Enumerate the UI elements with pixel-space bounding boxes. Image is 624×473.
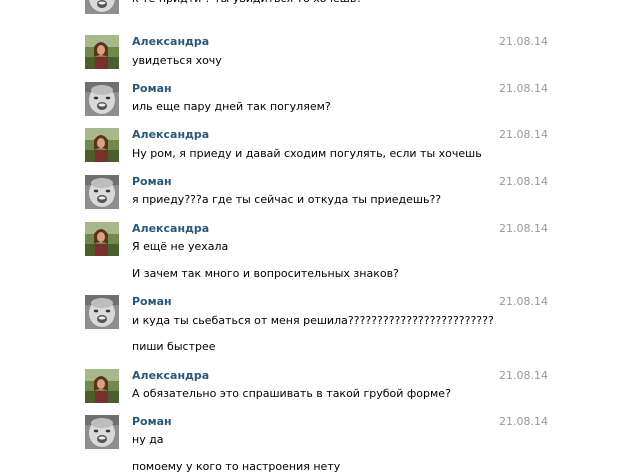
message-author-link[interactable]: Роман <box>132 415 172 428</box>
roman-avatar[interactable] <box>85 82 119 116</box>
message-date[interactable]: 21.08.14 <box>499 82 548 95</box>
message-author-link[interactable]: Александра <box>132 222 209 235</box>
message-text: помоему у кого то настроения нету <box>132 460 341 473</box>
aleksandra-avatar[interactable] <box>85 222 119 256</box>
message-date[interactable]: 21.08.14 <box>499 295 548 308</box>
message-text: увидеться хочу <box>132 54 222 67</box>
message-text: я приеду???а где ты сейчас и откуда ты п… <box>132 193 442 206</box>
roman-avatar[interactable] <box>85 295 119 329</box>
aleksandra-avatar[interactable] <box>85 35 119 69</box>
message-author-link[interactable]: Роман <box>132 82 172 95</box>
message-author-link[interactable]: Александра <box>132 35 209 48</box>
message-text: Я ещё не уехала <box>132 240 229 253</box>
message-text: и куда ты сьебаться от меня решила??????… <box>132 314 494 327</box>
roman-avatar[interactable] <box>85 175 119 209</box>
message-date[interactable]: 21.08.14 <box>499 128 548 141</box>
message-date[interactable]: 21.08.14 <box>499 415 548 428</box>
message-date[interactable]: 21.08.14 <box>499 369 548 382</box>
message-author-link[interactable]: Александра <box>132 369 209 382</box>
message-date[interactable]: 21.08.14 <box>499 35 548 48</box>
message-author-link[interactable]: Роман <box>132 295 172 308</box>
message-author-link[interactable]: Александра <box>132 128 209 141</box>
roman-avatar[interactable] <box>85 415 119 449</box>
message-author-link[interactable]: Роман <box>132 175 172 188</box>
message-text: иль еще пару дней так погуляем? <box>132 100 331 113</box>
aleksandra-avatar[interactable] <box>85 369 119 403</box>
message-text: ну да <box>132 433 164 446</box>
message-text: А обязательно это спрашивать в такой гру… <box>132 387 451 400</box>
message-text: пиши быстрее <box>132 340 216 353</box>
aleksandra-avatar[interactable] <box>85 128 119 162</box>
message-text: к те придти ? ты увидиться то хочешь? <box>132 0 362 5</box>
message-text: Ну ром, я приеду и давай сходим погулять… <box>132 147 482 160</box>
message-text: И зачем так много и вопросительных знако… <box>132 267 399 280</box>
roman-avatar[interactable] <box>85 0 119 14</box>
message-date[interactable]: 21.08.14 <box>499 175 548 188</box>
message-history: к те придти ? ты увидиться то хочешь? Але… <box>0 0 624 473</box>
message-date[interactable]: 21.08.14 <box>499 222 548 235</box>
